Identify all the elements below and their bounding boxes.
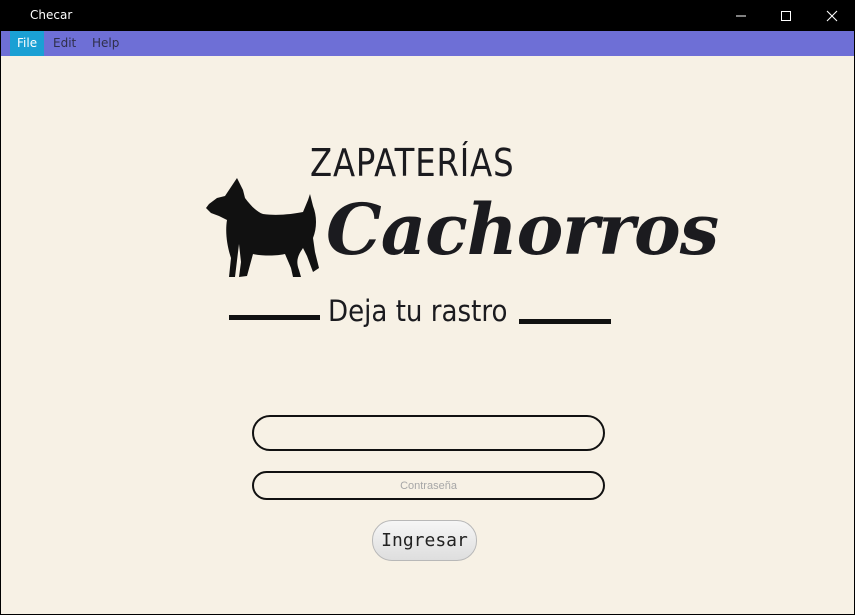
brand-top-text: ZAPATERÍAS — [310, 141, 515, 185]
title-bar[interactable]: Checar — [1, 1, 854, 31]
window-title: Checar — [30, 8, 73, 22]
close-button[interactable] — [809, 1, 855, 31]
password-field[interactable] — [252, 471, 605, 500]
brand-name: Cachorros — [326, 188, 719, 271]
menu-bar: File Edit Help — [1, 31, 854, 56]
dog-silhouette-icon — [206, 178, 319, 277]
menu-item-help[interactable]: Help — [85, 31, 126, 56]
minimize-button[interactable] — [718, 1, 764, 31]
brand-tagline: Deja tu rastro — [328, 294, 508, 328]
menu-item-file[interactable]: File — [10, 31, 44, 56]
maximize-icon — [781, 11, 791, 21]
tagline-left-rule — [229, 315, 320, 320]
close-icon — [826, 10, 838, 22]
minimize-icon — [736, 15, 746, 17]
app-window: Checar File Edit Help ZAPATERÍAS Cachorr… — [0, 0, 855, 615]
menu-item-edit[interactable]: Edit — [46, 31, 83, 56]
maximize-button[interactable] — [763, 1, 809, 31]
login-button[interactable]: Ingresar — [372, 520, 477, 561]
tagline-right-rule — [519, 319, 611, 324]
username-field[interactable] — [252, 415, 605, 451]
brand-logo: ZAPATERÍAS Cachorros Deja tu rastro — [201, 136, 719, 341]
